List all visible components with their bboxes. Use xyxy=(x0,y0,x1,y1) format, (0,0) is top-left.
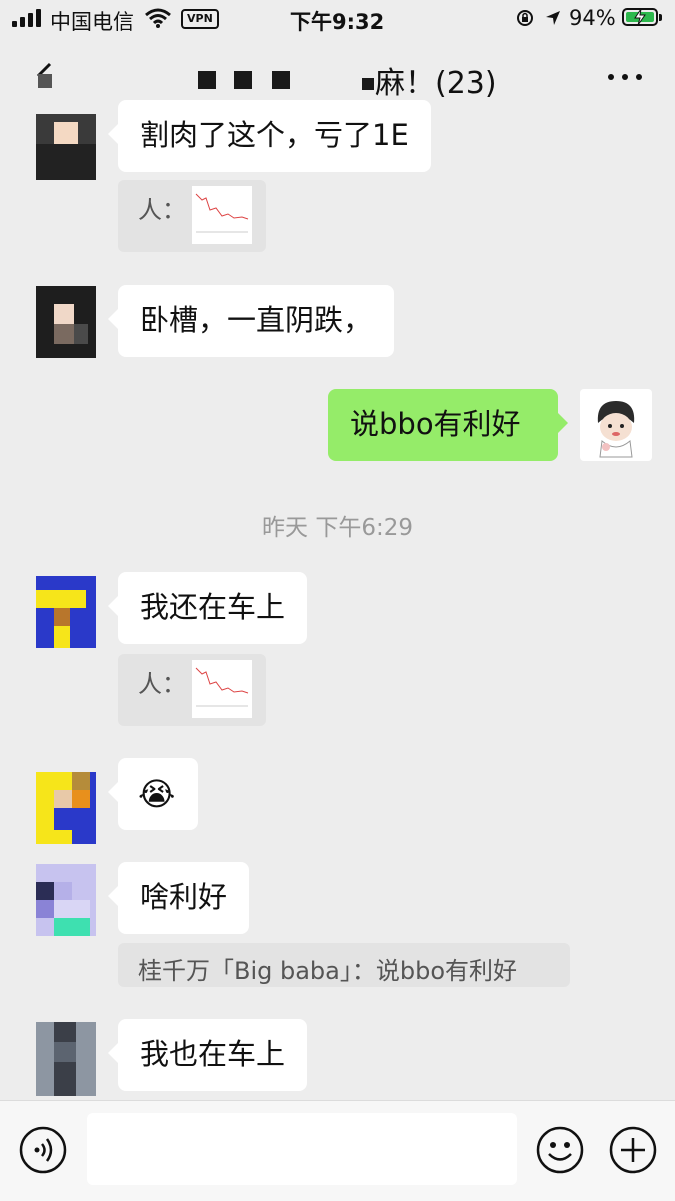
message-bubble[interactable]: 割肉了这个，亏了1E xyxy=(108,100,431,172)
message-input[interactable] xyxy=(87,1113,517,1185)
quote-prefix: 人： xyxy=(138,196,186,224)
message-bubble[interactable]: 😭 xyxy=(108,758,198,830)
charging-icon xyxy=(634,8,646,26)
avatar[interactable] xyxy=(36,114,96,180)
avatar[interactable] xyxy=(36,772,96,844)
vpn-badge: VPN xyxy=(181,9,219,29)
rotation-lock-icon xyxy=(517,10,533,26)
avatar[interactable] xyxy=(36,286,96,358)
more-icon[interactable] xyxy=(606,66,644,86)
quoted-message[interactable]: 人： xyxy=(118,654,266,726)
plus-icon[interactable] xyxy=(608,1125,658,1175)
quote-chart-thumbnail xyxy=(192,186,252,244)
status-bar: 中国电信 VPN 下午9:32 94% xyxy=(0,0,675,38)
signal-icon xyxy=(12,9,44,27)
message-bubble[interactable]: 我还在车上 xyxy=(107,572,308,644)
carrier-label: 中国电信 xyxy=(50,10,134,34)
location-icon xyxy=(546,11,560,25)
wifi-icon xyxy=(145,8,171,28)
message-bubble-self[interactable]: 说bbo有利好 xyxy=(328,389,568,461)
self-avatar[interactable] xyxy=(580,389,652,461)
avatar[interactable] xyxy=(36,1022,96,1096)
timestamp-divider: 昨天 下午6:29 xyxy=(262,515,413,541)
voice-icon[interactable] xyxy=(18,1125,68,1175)
crying-emoji-icon: 😭 xyxy=(138,775,176,813)
clock: 下午9:32 xyxy=(290,10,385,34)
input-bar xyxy=(0,1100,675,1201)
quote-text: 桂千万「Big baba」：说bbo有利好 xyxy=(138,957,518,985)
message-text: 卧槽，一直阴跌， xyxy=(140,303,373,337)
avatar[interactable] xyxy=(36,864,96,936)
message-bubble[interactable]: 卧槽，一直阴跌， xyxy=(107,285,395,357)
message-bubble[interactable]: 啥利好 xyxy=(107,862,250,934)
chat-title[interactable]: 麻！(23) xyxy=(375,58,497,102)
quoted-message[interactable]: 桂千万「Big baba」：说bbo有利好 xyxy=(118,943,570,987)
message-text: 说bbo有利好 xyxy=(350,407,521,441)
message-text: 我也在车上 xyxy=(140,1037,286,1071)
quote-prefix: 人： xyxy=(138,670,186,698)
battery-percent: 94% xyxy=(569,6,616,30)
message-bubble[interactable]: 我也在车上 xyxy=(107,1019,308,1091)
avatar[interactable] xyxy=(36,576,96,648)
message-text: 我还在车上 xyxy=(140,590,286,624)
message-text: 割肉了这个，亏了1E xyxy=(140,118,409,152)
emoji-icon[interactable] xyxy=(535,1125,585,1175)
message-text: 啥利好 xyxy=(140,880,228,914)
quote-chart-thumbnail xyxy=(192,660,252,718)
back-icon[interactable] xyxy=(30,60,58,92)
quoted-message[interactable]: 人： xyxy=(118,180,266,252)
